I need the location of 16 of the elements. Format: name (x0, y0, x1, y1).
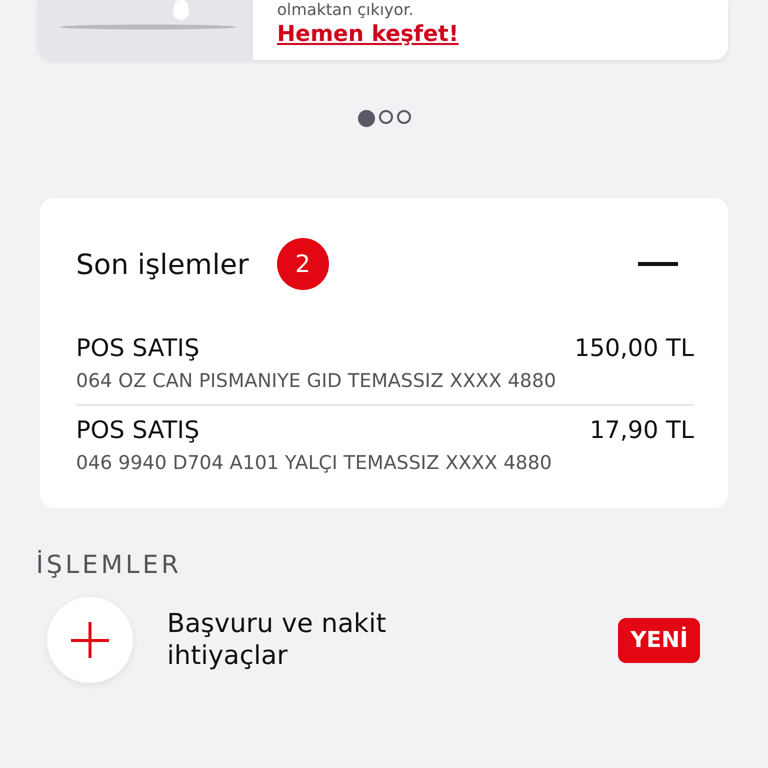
transaction-detail: 046 9940 D704 A101 YALÇI TEMASSIZ XXXX 4880 (76, 452, 553, 474)
count-badge: 2 (276, 238, 329, 290)
carousel-dot[interactable] (358, 110, 374, 127)
transaction-amount: 150,00 TL (574, 334, 694, 362)
transaction-type: POS SATIŞ (76, 334, 200, 362)
carousel-dot[interactable] (396, 110, 410, 124)
transaction-amount: 17,90 TL (590, 416, 694, 444)
promo-text: olmaktan çıkıyor. (277, 0, 415, 20)
menu-item-label[interactable]: Başvuru ve nakit ihtiyaçlar (167, 608, 467, 672)
card-title: Son işlemler (76, 248, 249, 280)
transaction-type: POS SATIŞ (76, 416, 200, 444)
carousel-dot[interactable] (378, 110, 392, 124)
section-title: İŞLEMLER (36, 550, 182, 579)
transaction-detail: 064 OZ CAN PISMANIYE GID TEMASSIZ XXXX 4880 (76, 370, 558, 392)
new-badge: YENİ (618, 618, 700, 662)
discover-link[interactable]: Hemen keşfet! (277, 20, 459, 50)
